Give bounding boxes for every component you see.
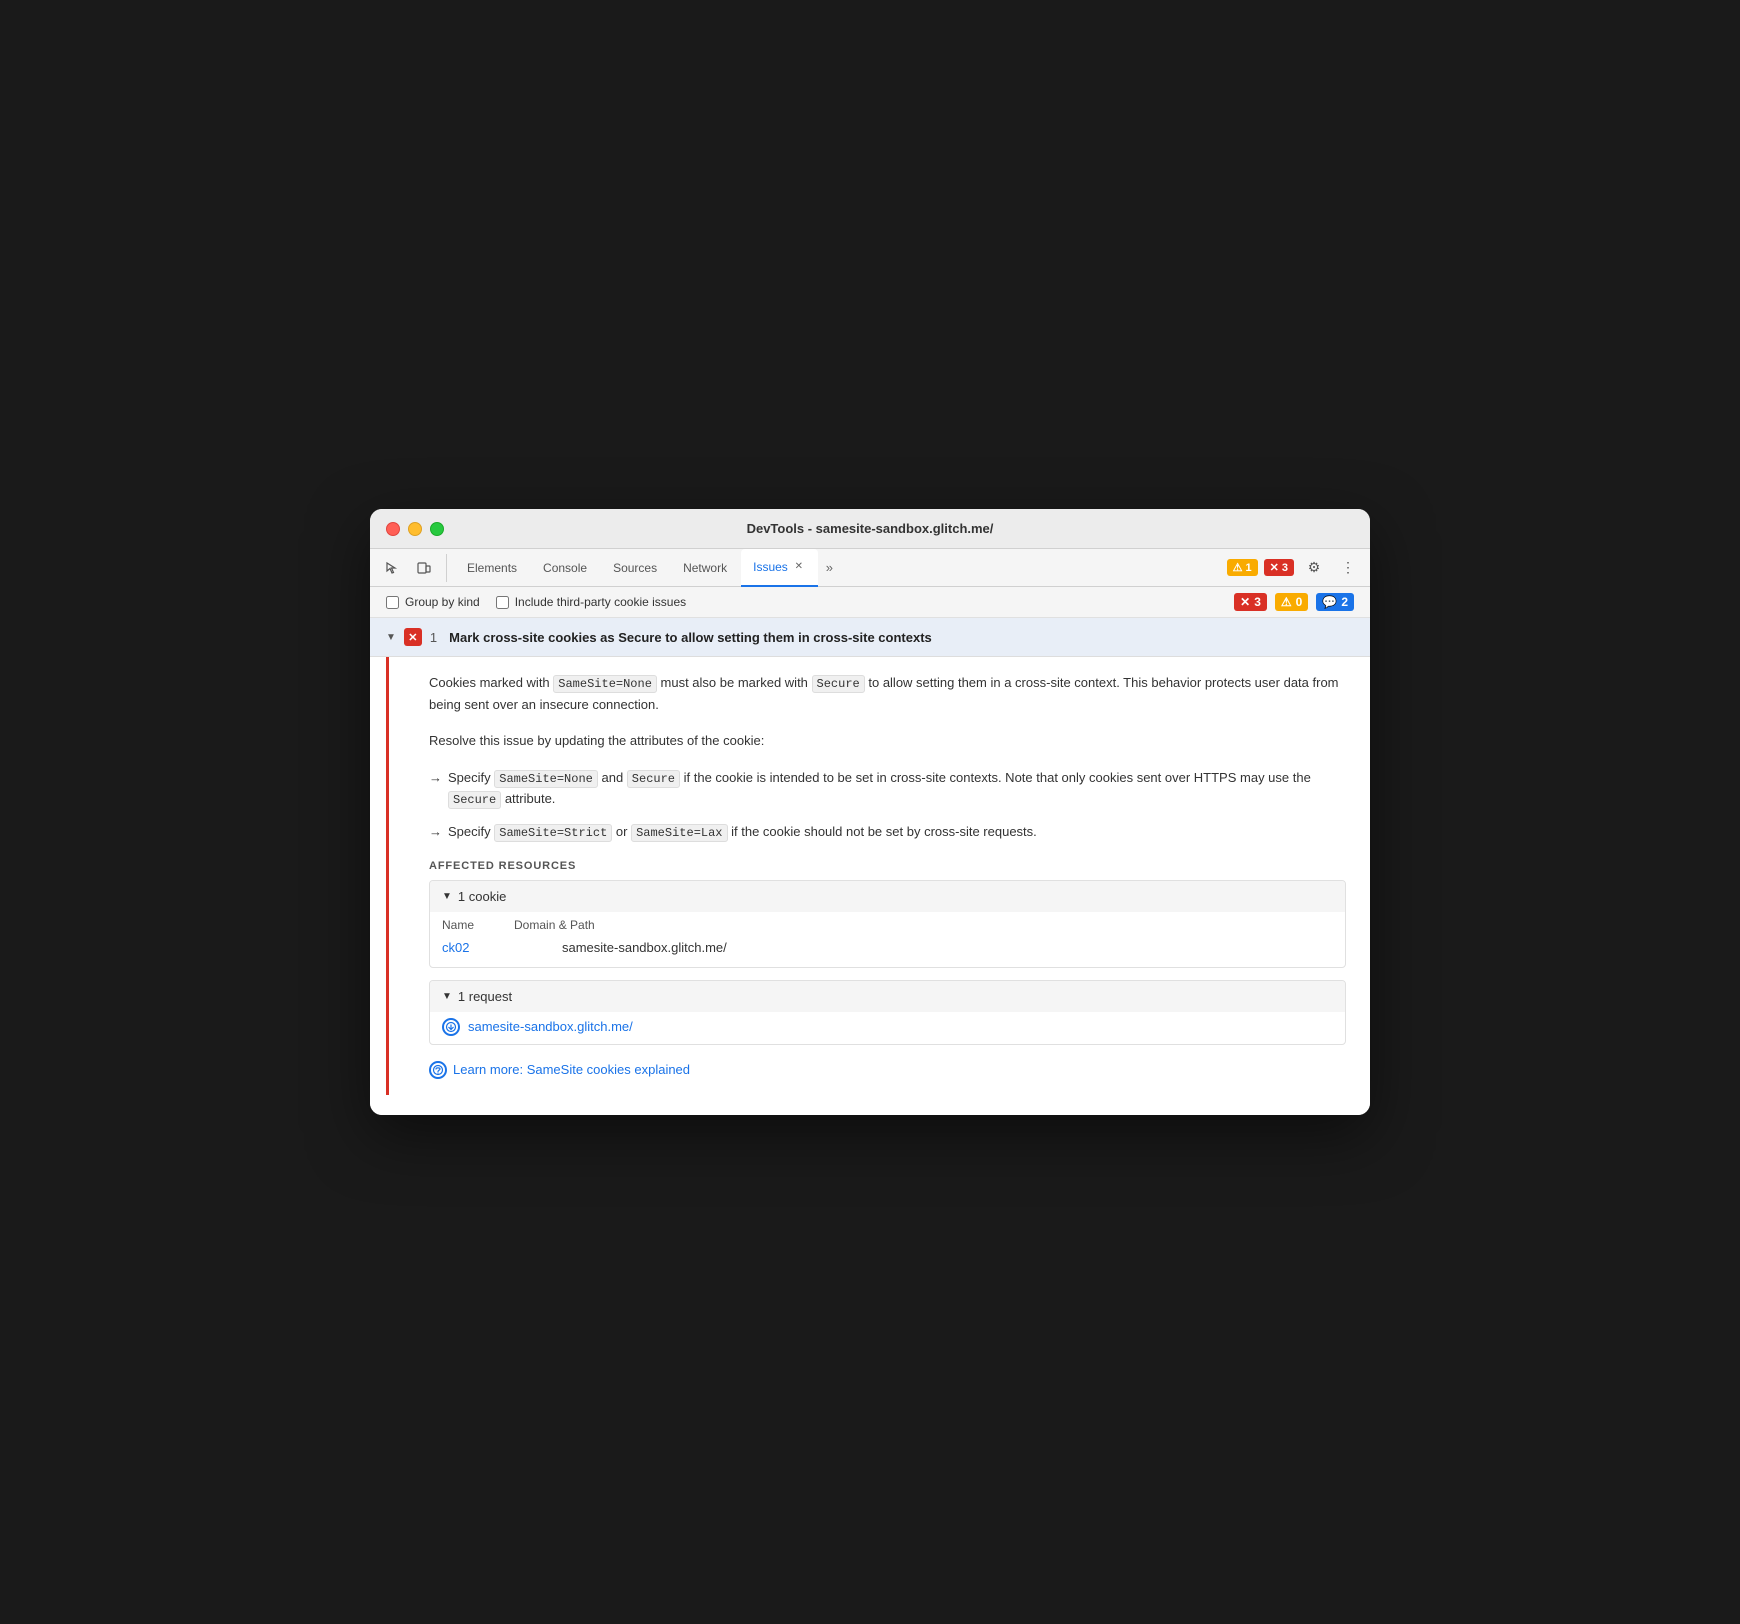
tab-issues[interactable]: Issues ✕ [741,549,818,587]
filter-info-badge[interactable]: 💬 2 [1316,593,1354,611]
code-samesite-lax: SameSite=Lax [631,824,727,842]
group-by-kind-input[interactable] [386,596,399,609]
filter-info-count: 2 [1341,595,1348,609]
code-secure-1: Secure [812,675,865,693]
bullet-1-text: Specify SameSite=None and Secure if the … [448,768,1346,810]
request-expand-arrow: ▼ [442,991,452,1002]
error-badge[interactable]: ✕ 3 [1264,559,1294,576]
learn-more-section: Learn more: SameSite cookies explained [429,1061,1346,1079]
issue-description: Cookies marked with SameSite=None must a… [429,673,1346,715]
learn-more-icon [429,1061,447,1079]
tab-bar: Elements Console Sources Network Issues … [370,549,1370,587]
tabs: Elements Console Sources Network Issues … [455,549,1227,587]
bullet-arrow-2: → [429,822,442,843]
tab-sources[interactable]: Sources [601,549,669,587]
device-icon[interactable] [410,554,438,582]
more-options-button[interactable]: ⋮ [1334,554,1362,582]
cookie-section-header[interactable]: ▼ 1 cookie [430,881,1345,912]
issue-bullet-2: → Specify SameSite=Strict or SameSite=La… [429,822,1346,843]
issue-body: Cookies marked with SameSite=None must a… [386,657,1370,1094]
close-button[interactable] [386,522,400,536]
third-party-label: Include third-party cookie issues [515,595,686,609]
cookie-expand-arrow: ▼ [442,891,452,902]
filter-info-icon: 💬 [1322,595,1337,609]
more-icon: ⋮ [1341,559,1355,576]
traffic-lights [386,522,444,536]
filter-error-badge[interactable]: ✕ 3 [1234,593,1267,611]
warning-count: 1 [1246,562,1252,574]
code-samesite-none-1: SameSite=None [553,675,657,693]
cookie-row: ck02 samesite-sandbox.glitch.me/ [442,936,1333,959]
filter-error-icon: ✕ [1240,595,1250,609]
request-section-label: 1 request [458,989,512,1004]
devtools-icons [378,554,447,582]
code-samesite-strict: SameSite=Strict [494,824,612,842]
group-by-kind-label: Group by kind [405,595,480,609]
filter-warning-count: 0 [1296,595,1303,609]
group-by-kind-checkbox[interactable]: Group by kind [386,595,480,609]
devtools-window: DevTools - samesite-sandbox.glitch.me/ E… [370,509,1370,1114]
issue-expand-arrow: ▼ [386,632,396,643]
issue-title: Mark cross-site cookies as Secure to all… [449,630,1354,645]
cookie-table: Name Domain & Path ck02 samesite-sandbox… [430,912,1345,967]
filter-warning-icon: ⚠ [1281,595,1292,609]
filter-warning-badge[interactable]: ⚠ 0 [1275,593,1308,611]
learn-more-link[interactable]: Learn more: SameSite cookies explained [453,1062,690,1077]
tab-elements[interactable]: Elements [455,549,529,587]
cookie-col-domain: Domain & Path [514,918,595,932]
settings-button[interactable]: ⚙ [1300,554,1328,582]
code-secure-3: Secure [448,791,501,809]
bullet-arrow-1: → [429,768,442,810]
cookie-col-name: Name [442,918,474,932]
tab-network[interactable]: Network [671,549,739,587]
cookie-section-label: 1 cookie [458,889,506,904]
window-title: DevTools - samesite-sandbox.glitch.me/ [747,521,994,536]
affected-resources-label: AFFECTED RESOURCES [429,860,1346,872]
tab-close-icon[interactable]: ✕ [792,560,806,574]
request-section-header[interactable]: ▼ 1 request [430,981,1345,1012]
code-samesite-none-2: SameSite=None [494,770,598,788]
cursor-icon[interactable] [378,554,406,582]
filter-badges: ✕ 3 ⚠ 0 💬 2 [1234,593,1354,611]
cookie-name-link[interactable]: ck02 [442,940,522,955]
cookie-table-header: Name Domain & Path [442,912,1333,936]
filter-bar: Group by kind Include third-party cookie… [370,587,1370,618]
affected-resources: AFFECTED RESOURCES ▼ 1 cookie Name Domai… [429,860,1346,1079]
main-content: ▼ ✕ 1 Mark cross-site cookies as Secure … [370,618,1370,1114]
issue-count: 1 [430,630,437,645]
warning-icon: ⚠ [1233,561,1243,574]
bullet-2-text: Specify SameSite=Strict or SameSite=Lax … [448,822,1037,843]
cookie-domain-value: samesite-sandbox.glitch.me/ [562,940,727,955]
issue-resolve-intro: Resolve this issue by updating the attri… [429,731,1346,752]
request-section: ▼ 1 request samesite-sandbox.glitch.me/ [429,980,1346,1045]
title-bar: DevTools - samesite-sandbox.glitch.me/ [370,509,1370,549]
third-party-checkbox[interactable]: Include third-party cookie issues [496,595,686,609]
issue-error-badge: ✕ [404,628,422,646]
request-icon [442,1018,460,1036]
minimize-button[interactable] [408,522,422,536]
request-row: samesite-sandbox.glitch.me/ [430,1012,1345,1044]
toolbar-right: ⚠ 1 ✕ 3 ⚙ ⋮ [1227,554,1362,582]
tab-console[interactable]: Console [531,549,599,587]
filter-error-count: 3 [1254,595,1261,609]
maximize-button[interactable] [430,522,444,536]
error-icon: ✕ [1270,561,1279,574]
error-count: 3 [1282,562,1288,574]
request-url-link[interactable]: samesite-sandbox.glitch.me/ [468,1019,633,1034]
issue-header[interactable]: ▼ ✕ 1 Mark cross-site cookies as Secure … [370,618,1370,657]
more-tabs-button[interactable]: » [820,556,839,579]
warning-badge[interactable]: ⚠ 1 [1227,559,1258,576]
third-party-input[interactable] [496,596,509,609]
code-secure-2: Secure [627,770,680,788]
cookie-section: ▼ 1 cookie Name Domain & Path ck02 sames… [429,880,1346,968]
gear-icon: ⚙ [1308,559,1321,576]
issue-bullet-1: → Specify SameSite=None and Secure if th… [429,768,1346,810]
